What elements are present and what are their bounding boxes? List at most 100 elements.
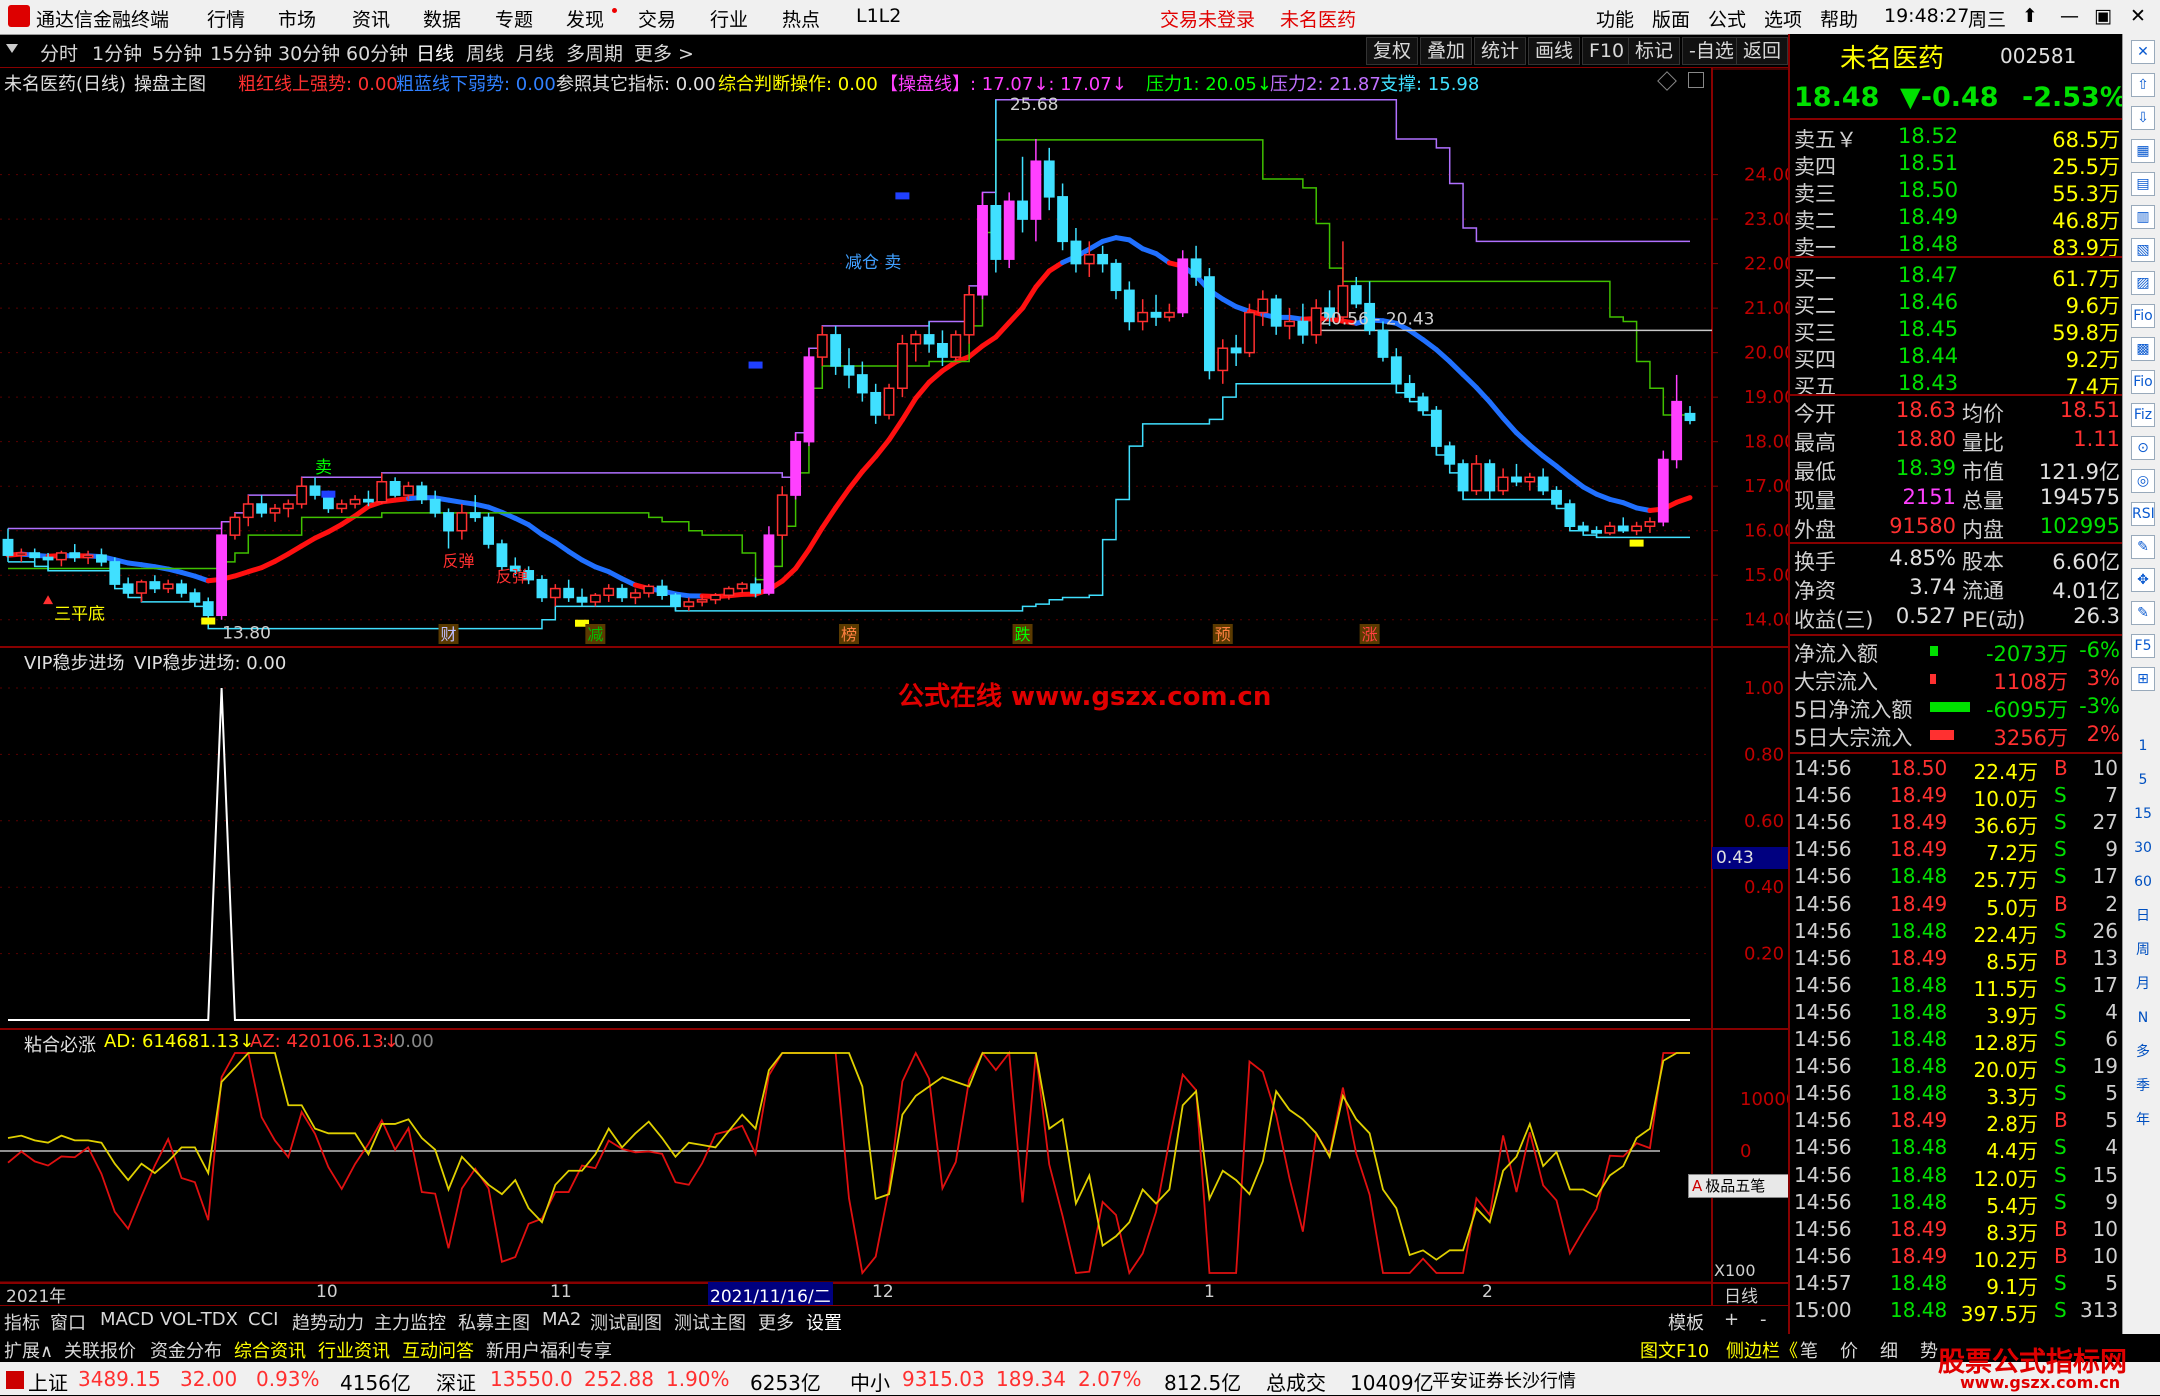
remove-watch-button[interactable]: -自选 — [1682, 37, 1741, 65]
candle-body[interactable] — [671, 595, 680, 606]
menu-market[interactable]: 行情 — [207, 5, 245, 32]
candle-body[interactable] — [1445, 446, 1454, 464]
side-tool-icon[interactable]: ⇩ — [2131, 106, 2155, 130]
candle-body[interactable] — [337, 504, 346, 508]
candle-body[interactable] — [924, 335, 933, 344]
candle-body[interactable] — [577, 597, 586, 601]
candle-body[interactable] — [30, 553, 39, 557]
period-daily[interactable]: 日线 — [416, 39, 454, 66]
candle-body[interactable] — [724, 589, 733, 596]
candle-body[interactable] — [1405, 384, 1414, 397]
candle-body[interactable] — [1458, 464, 1467, 491]
candle-body[interactable] — [818, 335, 827, 357]
menu-topics[interactable]: 专题 — [495, 5, 533, 32]
ind-tab-more[interactable]: 更多 — [758, 1309, 794, 1335]
side-tool-icon[interactable]: 30 — [2131, 836, 2155, 860]
candle-body[interactable] — [70, 553, 79, 557]
maximize-icon[interactable]: ▣ — [2094, 5, 2112, 27]
order-row[interactable]: 买五18.437.4万 — [1790, 369, 2124, 396]
candle-body[interactable] — [657, 586, 666, 595]
candle-body[interactable] — [1138, 313, 1147, 322]
chart-area[interactable]: 24.0023.0022.0021.0020.0019.0018.0017.00… — [0, 68, 1788, 1305]
candle-body[interactable] — [204, 602, 213, 615]
candle-body[interactable] — [564, 589, 573, 598]
candle-body[interactable] — [1565, 504, 1574, 526]
candle-body[interactable] — [1659, 459, 1668, 521]
candle-body[interactable] — [591, 595, 600, 602]
candle-body[interactable] — [1218, 348, 1227, 370]
candle-body[interactable] — [364, 500, 373, 502]
back-button[interactable]: 返回 — [1736, 37, 1788, 65]
idx-sh-name[interactable]: 上证 — [28, 1367, 68, 1396]
menu-options[interactable]: 选项 — [1764, 5, 1802, 32]
tab-related-quotes[interactable]: 关联报价 — [64, 1337, 136, 1363]
candle-body[interactable] — [711, 595, 720, 599]
ind-tab-private[interactable]: 私募主图 — [458, 1309, 530, 1335]
candle-body[interactable] — [244, 504, 253, 517]
candle-body[interactable] — [1085, 255, 1094, 264]
candle-body[interactable] — [17, 553, 26, 555]
candle-body[interactable] — [390, 482, 399, 495]
ind-tab-test-main[interactable]: 测试主图 — [674, 1309, 746, 1335]
menu-help[interactable]: 帮助 — [1820, 5, 1858, 32]
candle-body[interactable] — [858, 375, 867, 393]
candle-body[interactable] — [444, 513, 453, 531]
period-60min[interactable]: 60分钟 — [346, 39, 408, 66]
collapse-arrow-icon[interactable] — [6, 44, 18, 53]
candle-body[interactable] — [631, 593, 640, 597]
candle-body[interactable] — [898, 344, 907, 389]
side-tool-icon[interactable]: ⇧ — [2131, 73, 2155, 97]
side-tool-icon[interactable]: Fio — [2131, 370, 2155, 394]
side-tool-icon[interactable]: ▩ — [2131, 337, 2155, 361]
stats-button[interactable]: 统计 — [1474, 37, 1526, 65]
candle-body[interactable] — [1058, 197, 1067, 242]
candle-body[interactable] — [497, 544, 506, 566]
period-30min[interactable]: 30分钟 — [278, 39, 340, 66]
period-monthly[interactable]: 月线 — [516, 39, 554, 66]
tab-welfare[interactable]: 新用户福利专享 — [486, 1337, 612, 1363]
period-1min[interactable]: 1分钟 — [92, 39, 142, 66]
ind-tab-settings[interactable]: 设置 — [806, 1309, 842, 1335]
candle-body[interactable] — [83, 555, 92, 557]
add-panel-button[interactable]: + — [1724, 1309, 1739, 1330]
tab-qa[interactable]: 互动问答 — [402, 1337, 474, 1363]
minimize-icon[interactable]: — — [2060, 5, 2079, 27]
candle-body[interactable] — [871, 393, 880, 415]
menu-discover[interactable]: 发现 — [566, 5, 604, 32]
side-tool-icon[interactable]: ▧ — [2131, 238, 2155, 262]
candle-body[interactable] — [1592, 531, 1601, 533]
order-row[interactable]: 卖一18.4883.9万 — [1790, 230, 2124, 257]
candle-body[interactable] — [1498, 477, 1507, 490]
candle-body[interactable] — [110, 562, 119, 584]
candle-body[interactable] — [43, 557, 52, 559]
ind-tab-cci[interactable]: CCI — [248, 1309, 278, 1330]
menu-formula[interactable]: 公式 — [1708, 5, 1746, 32]
candle-body[interactable] — [751, 584, 760, 593]
candle-body[interactable] — [911, 335, 920, 344]
candle-body[interactable] — [1512, 477, 1521, 481]
candle-body[interactable] — [484, 517, 493, 544]
side-tool-icon[interactable]: F5 — [2131, 634, 2155, 658]
candle-body[interactable] — [1605, 526, 1614, 533]
ind-tab-indicator[interactable]: 指标 — [4, 1309, 40, 1335]
order-row[interactable]: 买二18.469.6万 — [1790, 288, 2124, 315]
order-row[interactable]: 卖三18.5055.3万 — [1790, 176, 2124, 203]
side-tool-icon[interactable]: 季 — [2131, 1074, 2155, 1098]
candle-body[interactable] — [97, 555, 106, 562]
candle-body[interactable] — [1111, 264, 1120, 291]
candle-body[interactable] — [551, 589, 560, 598]
candle-body[interactable] — [791, 442, 800, 495]
side-tool-icon[interactable]: Fio — [2131, 304, 2155, 328]
candle-body[interactable] — [738, 584, 747, 588]
candle-body[interactable] — [137, 582, 146, 593]
tab-strokes[interactable]: 笔 — [1800, 1337, 1818, 1363]
candle-body[interactable] — [1045, 161, 1054, 197]
candle-body[interactable] — [1645, 522, 1654, 526]
side-tool-icon[interactable]: 月 — [2131, 972, 2155, 996]
menu-trade[interactable]: 交易 — [638, 5, 676, 32]
candle-body[interactable] — [537, 580, 546, 598]
candle-body[interactable] — [617, 589, 626, 598]
order-row[interactable]: 卖五￥18.5268.5万 — [1790, 122, 2124, 149]
menu-hot[interactable]: 热点 — [782, 5, 820, 32]
side-tool-icon[interactable]: ✎ — [2131, 601, 2155, 625]
